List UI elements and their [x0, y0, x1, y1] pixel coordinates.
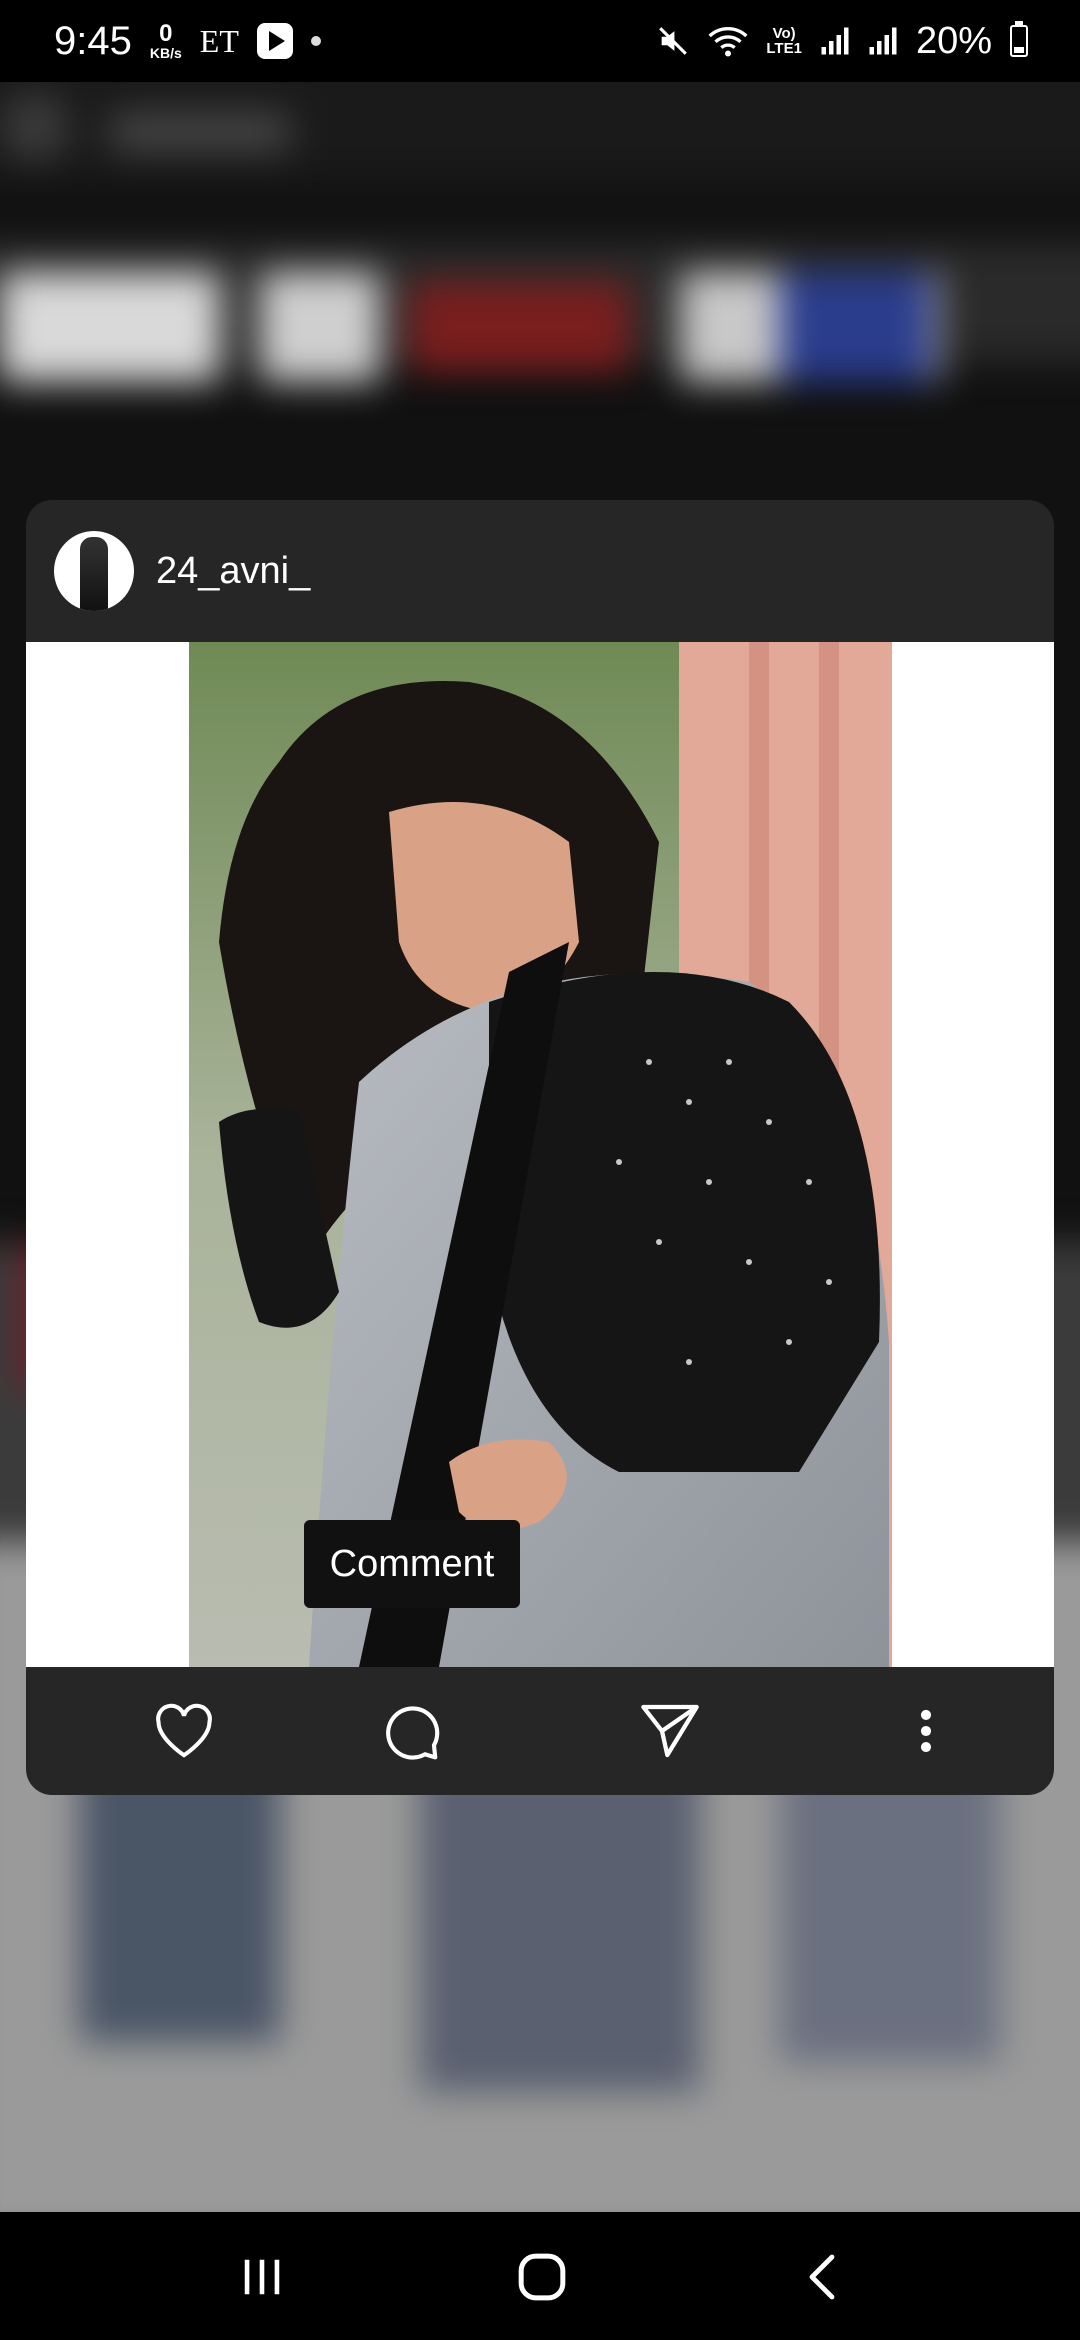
play-store-icon	[256, 23, 293, 59]
more-options-button[interactable]	[892, 1697, 960, 1765]
battery-icon	[1010, 21, 1028, 57]
share-button[interactable]	[636, 1697, 704, 1765]
post-preview-card: 24_avni_	[26, 500, 1054, 1795]
back-button[interactable]	[782, 2242, 862, 2312]
volte-indicator: Vo) LTE1	[766, 26, 802, 56]
status-bar: 9:45 0 KB/s ET Vo) LTE1 20%	[0, 0, 1080, 82]
status-time: 9:45	[54, 18, 132, 63]
comment-button[interactable]	[378, 1697, 446, 1765]
notification-dot-icon	[310, 36, 321, 46]
net-speed: 0 KB/s	[149, 20, 182, 61]
post-header: 24_avni_	[26, 500, 1054, 642]
wifi-icon	[708, 27, 748, 57]
net-speed-value: 0	[159, 20, 173, 47]
mute-icon	[659, 27, 688, 55]
post-actions-bar	[26, 1667, 1054, 1795]
volte-line1: Vo)	[772, 25, 796, 42]
post-image-frame	[26, 642, 1054, 1667]
net-speed-unit: KB/s	[149, 45, 182, 61]
home-icon	[518, 2253, 566, 2301]
comment-tooltip: Comment	[304, 1520, 520, 1608]
like-button[interactable]	[150, 1697, 218, 1765]
post-image	[189, 642, 892, 1667]
status-bar-left: 9:45 0 KB/s ET	[54, 19, 321, 64]
volte-line2: LTE1	[766, 40, 802, 57]
battery-percent: 20%	[915, 19, 992, 62]
navigation-bar	[0, 2212, 1080, 2340]
recent-apps-button[interactable]	[222, 2242, 302, 2312]
signal-icon-sim2	[869, 27, 897, 55]
back-icon	[809, 2254, 835, 2300]
status-bar-right: Vo) LTE1 20%	[656, 20, 1028, 63]
carrier-label: ET	[199, 22, 239, 59]
home-button[interactable]	[502, 2242, 582, 2312]
signal-icon	[821, 27, 849, 55]
send-icon	[641, 1704, 699, 1758]
heart-icon	[156, 1703, 212, 1758]
recent-apps-icon	[244, 2259, 280, 2295]
more-vert-icon	[920, 1709, 932, 1753]
avatar[interactable]	[54, 531, 134, 611]
username[interactable]: 24_avni_	[156, 550, 310, 593]
comment-icon	[386, 1706, 440, 1760]
